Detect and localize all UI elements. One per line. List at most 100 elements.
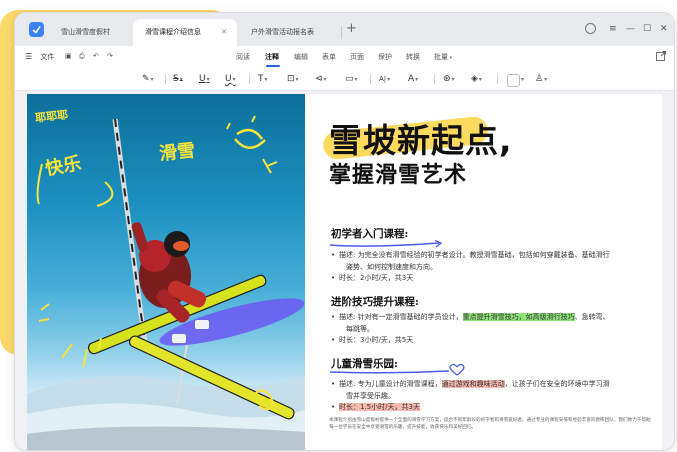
menu-page[interactable]: 页面 [350,52,364,62]
menu-protect[interactable]: 保护 [378,52,392,62]
file-menu-label: 文件 [40,53,55,61]
section-list-beginner: 描述: 为完全没有滑雪经验的初学者设计。教授滑雪基础，包括如何穿戴装备、基础滑行… [331,250,653,285]
toolbar-divider [497,74,498,84]
tab-ski-course[interactable]: 滑雪课程介绍信息 ✕ [133,19,237,46]
textbox-tool[interactable]: ⊡▾ [287,72,299,86]
font-size-tool[interactable]: A|▾ [379,72,390,86]
active-menu-indicator [266,65,280,67]
strikethrough-tool[interactable]: S▾ [173,72,183,86]
tab-label: 滑雪课程介绍信息 [145,28,201,36]
desc-text: ，让孩子们在安全的环境中学习滑 [504,380,610,388]
menu-more-icon[interactable]: ≡ [609,23,617,35]
chevron-down-icon: ▾ [323,76,327,83]
chevron-down-icon: ▾ [544,76,548,83]
highlight-tool[interactable]: ✎▾ [142,72,154,86]
text-tool[interactable]: T▾ [258,72,268,86]
hero-subtitle: 掌握滑雪艺术 [329,163,468,188]
menu-read[interactable]: 阅读 [236,52,250,62]
tab-signup-form[interactable]: 户外滑雪活动报名表 [239,19,344,46]
fill-tool[interactable]: ◈▾ [471,72,482,86]
menu-batch-label: 批量 [434,53,448,61]
signature-icon: ♙ [535,74,544,84]
menu-convert[interactable]: 转换 [406,52,420,62]
maximize-icon[interactable]: ☐ [643,23,651,35]
strikethrough-icon: S [173,74,179,84]
list-item: 描述: 专为儿童设计的滑雪课程，通过游戏和趣味活动，让孩子们在安全的环境中学习滑 [331,379,653,391]
desc-text: 、急转弯、 [574,313,610,321]
chevron-down-icon: ▾ [387,76,391,83]
underline-icon: U [199,74,206,84]
share-icon[interactable] [656,51,666,61]
chevron-down-icon: ▾ [451,76,455,83]
underline-annotation [329,240,443,248]
callout-icon: ⊲ [315,74,323,84]
minimize-icon[interactable]: — [626,23,635,35]
signature-tool[interactable]: ♙▾ [535,72,547,86]
tab-label: 户外滑雪活动报名表 [251,28,314,36]
callout-tool[interactable]: ⊲▾ [315,72,327,86]
border-box-icon[interactable] [507,74,520,87]
chevron-down-icon[interactable]: ▾ [520,72,524,86]
desc-label: 描述: [339,380,356,388]
save-icon[interactable]: ▣ [65,52,72,60]
chevron-down-icon: ▾ [415,76,419,83]
list-item: 时长：1.5小时/天，共3天 [331,402,653,414]
close-window-icon[interactable]: ✕ [660,23,668,35]
app-logo-icon[interactable] [29,22,44,37]
chevron-down-icon: ▾ [295,76,299,83]
chevron-down-icon: ▾ [264,76,268,83]
annotation-toolbar: ✎▾ S▾ U▾ U▾ T▾ ⊡▾ ⊲▾ ▭▾ A|▾ A▾ ⊛▾ ◈▾ ▾ ♙… [15,68,674,91]
chevron-down-icon: ▾ [150,76,154,83]
squiggly-tool[interactable]: U▾ [225,72,236,86]
tab-bar: 雪山滑雪度假村 滑雪课程介绍信息 ✕ 户外滑雪活动报名表 + ≡ — ☐ ✕ [15,13,674,46]
menu-bar: ☰ 文件 ▣ ⎙ ↶ ↷ 阅读 注释 编辑 表单 页面 保护 转换 批量 ▾ [15,46,674,68]
menu-batch[interactable]: 批量 ▾ [434,52,452,62]
undo-icon[interactable]: ↶ [93,52,99,60]
chevron-down-icon: ▾ [206,76,210,83]
chevron-down-icon: ▾ [478,76,482,83]
chevron-down-icon: ▾ [179,76,183,83]
skier-photo: 耶耶耶 快乐 滑雪 [27,94,305,450]
menu-edit[interactable]: 编辑 [294,52,308,62]
toolbar-divider [165,74,166,84]
stamp-tool[interactable]: ⊛▾ [443,72,455,86]
footnote: 本课程介绍由雪山度假村提供一个全面的滑雪学习方案，适合不同年龄段的初学者和滑雪爱… [329,418,651,430]
avatar[interactable] [585,23,596,34]
list-item-continued: 雪并享受乐趣。 [346,391,395,400]
file-menu[interactable]: ☰ 文件 [25,52,54,62]
note-tool[interactable]: ▭▾ [345,72,358,86]
hamburger-icon[interactable]: ☰ [25,52,32,61]
photo-word-ski: 滑雪 [158,140,197,165]
highlighter-icon: ✎ [142,74,150,84]
squiggly-underline-icon: U [225,74,232,84]
section-list-advanced: 描述: 针对有一定滑雪基础的学员设计，重点提升滑雪技巧，如高级滑行技巧、急转弯、… [331,312,653,347]
menu-form[interactable]: 表单 [322,52,336,62]
document-canvas: 耶耶耶 快乐 滑雪 雪坡新起点, 掌握滑雪艺术 初学者入门课程: 描述: 为完全… [15,91,674,450]
red-highlight-annotation: 时长：1.5小时/天，共3天 [339,403,420,411]
underline-heart-annotation [329,363,465,376]
section-list-kids: 描述: 专为儿童设计的滑雪课程，通过游戏和趣味活动，让孩子们在安全的环境中学习滑… [331,379,653,414]
chevron-down-icon: ▾ [448,55,453,61]
list-item: 描述: 针对有一定滑雪基础的学员设计，重点提升滑雪技巧，如高级滑行技巧、急转弯、 [331,312,653,324]
font-color-tool[interactable]: A▾ [408,72,418,86]
fill-bucket-icon: ◈ [471,74,478,84]
new-tab-icon[interactable]: + [346,22,357,36]
close-tab-icon[interactable]: ✕ [221,19,227,46]
font-color-icon: A [408,74,415,84]
list-item: 时长：3小时/天，共5天 [331,335,653,347]
chevron-down-icon: ▾ [232,76,236,83]
hero-title: 雪坡新起点, [329,121,513,160]
section-heading-beginner: 初学者入门课程: [331,228,409,240]
textbox-icon: ⊡ [287,74,295,84]
list-item-continued: 每跳等。 [346,324,374,333]
font-size-icon: A| [379,75,387,83]
print-icon[interactable]: ⎙ [79,52,85,61]
redo-icon[interactable]: ↷ [107,52,113,60]
menu-annotate[interactable]: 注释 [265,52,279,62]
tab-divider [341,26,342,39]
toolbar-divider [249,74,250,84]
list-item-continued: 姿势、如何控制速度和方向。 [346,262,437,271]
photo-badge: 耶耶耶 [34,108,69,125]
underline-tool[interactable]: U▾ [199,72,210,86]
document-page: 耶耶耶 快乐 滑雪 雪坡新起点, 掌握滑雪艺术 初学者入门课程: 描述: 为完全… [27,94,662,450]
